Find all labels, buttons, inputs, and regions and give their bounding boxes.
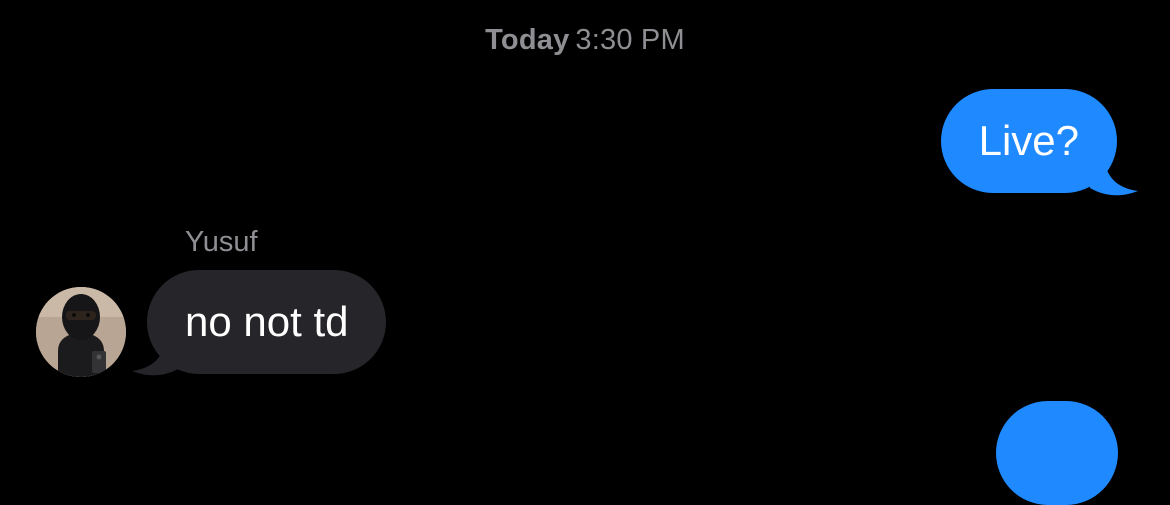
incoming-bubble-tail xyxy=(132,338,180,376)
contact-avatar-icon[interactable] xyxy=(36,287,126,377)
avatar-image xyxy=(36,287,126,377)
sender-name: Yusuf xyxy=(185,226,258,258)
incoming-message-bubble[interactable]: no not td xyxy=(147,270,387,374)
outgoing-bubble-tail xyxy=(1090,158,1138,196)
incoming-message-text: no not td xyxy=(185,298,349,345)
timestamp-day: Today xyxy=(485,24,570,56)
outgoing-message-bubble-partial[interactable] xyxy=(996,401,1118,505)
timestamp-time: 3:30 PM xyxy=(575,24,685,56)
conversation-timestamp: Today 3:30 PM xyxy=(0,24,1170,57)
outgoing-message-text: Live? xyxy=(978,117,1079,164)
